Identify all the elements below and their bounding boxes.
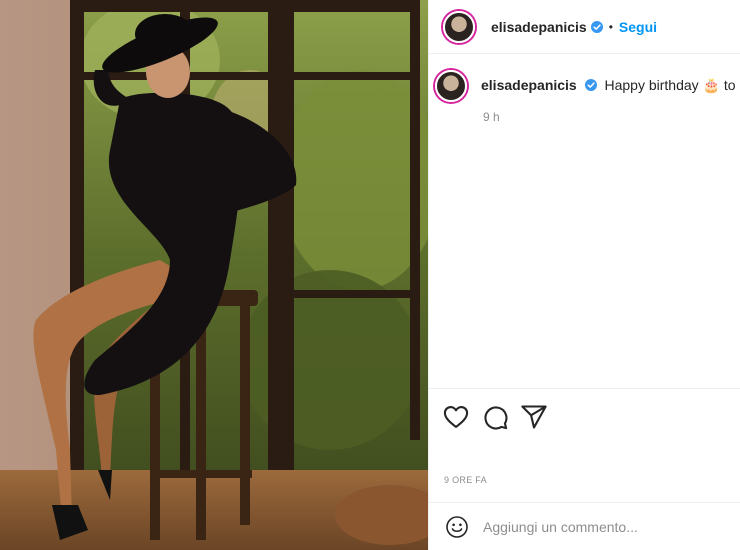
post-photo[interactable] <box>0 0 428 550</box>
caption-author-avatar[interactable] <box>435 70 467 102</box>
heart-icon[interactable] <box>442 403 470 431</box>
author-avatar[interactable] <box>443 10 475 43</box>
post-side-panel: elisadepanicis • Segui elisadepanicis Ha… <box>428 0 740 550</box>
post-photo-illustration <box>0 0 428 550</box>
comment-icon[interactable] <box>481 403 509 431</box>
share-icon[interactable] <box>520 403 548 431</box>
follow-button[interactable]: Segui <box>619 19 657 35</box>
author-username[interactable]: elisadepanicis <box>491 19 587 35</box>
caption-text: Happy birthday 🎂 to me <box>604 77 740 93</box>
emoji-icon[interactable] <box>445 515 469 539</box>
header-separator: • <box>608 19 613 34</box>
caption-timestamp[interactable]: 9 h <box>483 110 500 124</box>
verified-badge-icon <box>584 79 597 91</box>
verified-badge-icon <box>590 20 603 33</box>
caption-text-block: elisadepanicis Happy birthday 🎂 to me <box>481 70 740 102</box>
comment-bar <box>429 502 740 550</box>
caption-row: elisadepanicis Happy birthday 🎂 to me <box>429 70 740 102</box>
post-header: elisadepanicis • Segui <box>429 0 740 54</box>
comment-input[interactable] <box>481 517 705 536</box>
action-bar <box>429 388 740 445</box>
post-timestamp[interactable]: 9 ORE FA <box>444 475 487 485</box>
caption-username[interactable]: elisadepanicis <box>481 77 577 93</box>
